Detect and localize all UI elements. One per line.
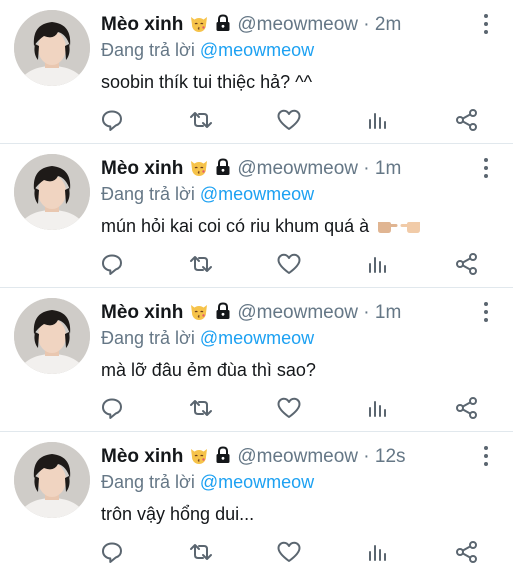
share-icon[interactable] — [453, 394, 481, 422]
share-icon[interactable] — [453, 250, 481, 278]
reply-prefix: Đang trả lời — [101, 472, 195, 492]
replying-to: Đang trả lời @meowmeow — [101, 38, 314, 62]
lock-icon — [216, 446, 230, 463]
more-vertical-icon[interactable] — [483, 14, 489, 36]
heart-icon[interactable] — [275, 538, 303, 566]
stats-icon[interactable] — [364, 538, 392, 566]
timestamp[interactable]: 1m — [375, 302, 401, 323]
handle[interactable]: @meowmeow — [237, 446, 358, 467]
pointing-hands-emoji — [378, 222, 421, 233]
display-name[interactable]: Mèo xinh — [101, 158, 183, 179]
heart-icon[interactable] — [275, 106, 303, 134]
heart-icon[interactable] — [275, 394, 303, 422]
separator-dot: · — [363, 14, 370, 35]
handle[interactable]: @meowmeow — [237, 14, 358, 35]
retweet-icon[interactable] — [187, 250, 215, 278]
avatar[interactable] — [14, 442, 90, 518]
kissing-cat-emoji — [191, 449, 208, 464]
replying-to: Đang trả lời @meowmeow — [101, 470, 314, 494]
tweet[interactable]: Mèo xinh @meowmeow · 12s Đang trả lời @me… — [0, 432, 513, 576]
tweet[interactable]: Mèo xinh @meowmeow · 1m Đang trả lời @meo… — [0, 144, 513, 288]
retweet-icon[interactable] — [187, 106, 215, 134]
separator-dot: · — [363, 446, 370, 467]
action-bar — [0, 394, 513, 422]
reply-prefix: Đang trả lời — [101, 184, 195, 204]
reply-prefix: Đang trả lời — [101, 40, 195, 60]
avatar[interactable] — [14, 10, 90, 86]
more-vertical-icon[interactable] — [483, 158, 489, 180]
display-name[interactable]: Mèo xinh — [101, 302, 183, 323]
lock-icon — [216, 158, 230, 175]
reply-mention[interactable]: @meowmeow — [200, 40, 314, 60]
avatar[interactable] — [14, 298, 90, 374]
replying-to: Đang trả lời @meowmeow — [101, 182, 314, 206]
lock-icon — [216, 302, 230, 319]
share-icon[interactable] — [453, 538, 481, 566]
tweet[interactable]: Mèo xinh @meowmeow · 1m Đang trả lời @meo… — [0, 288, 513, 432]
reply-mention[interactable]: @meowmeow — [200, 184, 314, 204]
separator-dot: · — [363, 302, 370, 323]
display-name[interactable]: Mèo xinh — [101, 446, 183, 467]
handle[interactable]: @meowmeow — [237, 302, 358, 323]
timestamp[interactable]: 2m — [375, 14, 401, 35]
tweet[interactable]: Mèo xinh @meowmeow · 2m Đang trả lời @meo… — [0, 0, 513, 144]
handle[interactable]: @meowmeow — [237, 158, 358, 179]
action-bar — [0, 538, 513, 566]
tweet-text: mà lỡ đâu ẻm đùa thì sao? — [101, 360, 316, 380]
stats-icon[interactable] — [364, 394, 392, 422]
share-icon[interactable] — [453, 106, 481, 134]
reply-icon[interactable] — [98, 106, 126, 134]
tweet-text: mún hỏi kai coi có riu khum quá à — [101, 216, 370, 236]
kissing-cat-emoji — [191, 161, 208, 176]
tweet-text: trôn vậy hổng dui... — [101, 504, 255, 524]
reply-icon[interactable] — [98, 394, 126, 422]
separator-dot: · — [363, 158, 370, 179]
stats-icon[interactable] — [364, 250, 392, 278]
kissing-cat-emoji — [191, 17, 208, 32]
reply-icon[interactable] — [98, 538, 126, 566]
heart-icon[interactable] — [275, 250, 303, 278]
timestamp[interactable]: 12s — [375, 446, 406, 467]
reply-prefix: Đang trả lời — [101, 328, 195, 348]
retweet-icon[interactable] — [187, 394, 215, 422]
more-vertical-icon[interactable] — [483, 446, 489, 468]
reply-mention[interactable]: @meowmeow — [200, 328, 314, 348]
kissing-cat-emoji — [191, 305, 208, 320]
avatar[interactable] — [14, 154, 90, 230]
display-name[interactable]: Mèo xinh — [101, 14, 183, 35]
timestamp[interactable]: 1m — [375, 158, 401, 179]
tweet-text: soobin thík tui thiệc hả? ^^ — [101, 72, 313, 92]
tweet-text-row: mún hỏi kai coi có riu khum quá à — [101, 214, 423, 238]
action-bar — [0, 250, 513, 278]
more-vertical-icon[interactable] — [483, 302, 489, 324]
retweet-icon[interactable] — [187, 538, 215, 566]
reply-icon[interactable] — [98, 250, 126, 278]
action-bar — [0, 106, 513, 134]
replying-to: Đang trả lời @meowmeow — [101, 326, 314, 350]
reply-mention[interactable]: @meowmeow — [200, 472, 314, 492]
lock-icon — [216, 14, 230, 31]
stats-icon[interactable] — [364, 106, 392, 134]
